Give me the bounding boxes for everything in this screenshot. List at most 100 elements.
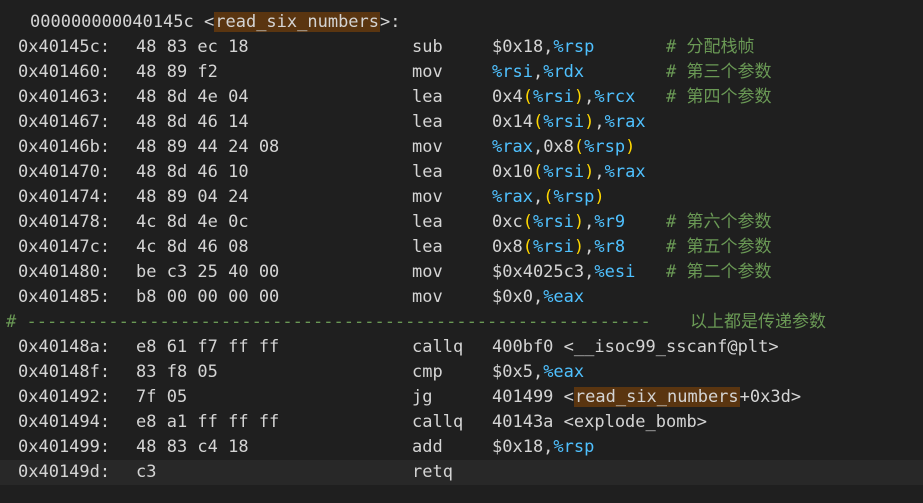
asm-line: 0x40146b: 48 89 44 24 08 mov %rax,0x8(%rsp) [0, 135, 923, 160]
asm-mnemonic: mov [412, 187, 443, 207]
asm-bytes: b8 00 00 00 00 [136, 287, 280, 307]
asm-operands: %rax,(%rsp) [492, 187, 605, 207]
asm-bytes: 48 8d 46 10 [136, 162, 249, 182]
asm-comment: # 分配栈帧 [666, 37, 755, 57]
asm-line: 0x401485: b8 00 00 00 00 mov $0x0,%eax [0, 285, 923, 310]
function-address: 000000000040145c [30, 12, 194, 32]
asm-operands: %rax,0x8(%rsp) [492, 137, 636, 157]
asm-address: 0x401478: [18, 212, 111, 232]
asm-mnemonic: mov [412, 62, 443, 82]
asm-address: 0x401480: [18, 262, 111, 282]
asm-comment: # 第四个参数 [666, 87, 772, 107]
asm-line: 0x401463: 48 8d 4e 04 lea 0x4(%rsi),%rcx # 第… [0, 85, 923, 110]
asm-operands: %rsi,%rdx [492, 62, 585, 82]
asm-bytes: 48 8d 46 14 [136, 112, 249, 132]
function-symbol-highlight[interactable]: read_six_numbers [214, 12, 381, 32]
asm-bytes: 48 89 f2 [136, 62, 218, 82]
asm-mnemonic: mov [412, 287, 443, 307]
asm-comment: # 第二个参数 [666, 262, 772, 282]
asm-address: 0x401485: [18, 287, 111, 307]
asm-operands: 401499 <read_six_numbers+0x3d> [492, 387, 802, 407]
asm-bytes: 83 f8 05 [136, 362, 218, 382]
asm-address: 0x40148f: [18, 362, 111, 382]
asm-address: 0x40145c: [18, 37, 111, 57]
asm-line: 0x40148f: 83 f8 05 cmp $0x5,%eax [0, 360, 923, 385]
asm-operands: 0x10(%rsi),%rax [492, 162, 646, 182]
asm-address: 0x40149d: [18, 462, 111, 482]
asm-line: 0x401478: 4c 8d 4e 0c lea 0xc(%rsi),%r9 # 第六… [0, 210, 923, 235]
asm-bytes: 7f 05 [136, 387, 188, 407]
asm-address: 0x401463: [18, 87, 111, 107]
asm-line: 0x401460: 48 89 f2 mov %rsi,%rdx # 第三个参数 [0, 60, 923, 85]
asm-line: 0x401467: 48 8d 46 14 lea 0x14(%rsi),%rax [0, 110, 923, 135]
asm-operands: 400bf0 <__isoc99_sscanf@plt> [492, 337, 779, 357]
asm-line: 0x401492: 7f 05 jg 401499 <read_six_numbers… [0, 385, 923, 410]
asm-address: 0x40147c: [18, 237, 111, 257]
asm-mnemonic: retq [412, 462, 453, 482]
asm-comment: # 第三个参数 [666, 62, 772, 82]
asm-operands: $0x18,%rsp [492, 437, 595, 457]
asm-bytes: e8 61 f7 ff ff [136, 337, 280, 357]
asm-mnemonic: lea [412, 212, 443, 232]
asm-address: 0x401470: [18, 162, 111, 182]
asm-line: 0x40148a: e8 61 f7 ff ff callq 400bf0 <__is… [0, 335, 923, 360]
asm-mnemonic: lea [412, 237, 443, 257]
asm-operands: $0x0,%eax [492, 287, 585, 307]
asm-bytes: 48 89 44 24 08 [136, 137, 280, 157]
function-bracket-open: < [193, 12, 215, 32]
asm-address: 0x401460: [18, 62, 111, 82]
asm-address: 0x401467: [18, 112, 111, 132]
asm-address: 0x401494: [18, 412, 111, 432]
asm-operands: 0x14(%rsi),%rax [492, 112, 646, 132]
asm-mnemonic: add [412, 437, 443, 457]
function-header-line: 000000000040145c <read_six_numbers>: [0, 10, 923, 35]
asm-address: 0x40146b: [18, 137, 111, 157]
asm-address: 0x40148a: [18, 337, 111, 357]
asm-line: 0x401494: e8 a1 ff ff ff callq 40143a <expl… [0, 410, 923, 435]
asm-address: 0x401492: [18, 387, 111, 407]
asm-line: 0x401499: 48 83 c4 18 add $0x18,%rsp [0, 435, 923, 460]
asm-line: 0x40147c: 4c 8d 46 08 lea 0x8(%rsi),%r8 # 第五… [0, 235, 923, 260]
asm-bytes: 48 8d 4e 04 [136, 87, 249, 107]
asm-bytes: 4c 8d 46 08 [136, 237, 249, 257]
asm-operands: $0x18,%rsp [492, 37, 595, 57]
asm-comment: # 第六个参数 [666, 212, 772, 232]
asm-mnemonic: cmp [412, 362, 443, 382]
asm-mnemonic: mov [412, 137, 443, 157]
asm-bytes: 48 83 ec 18 [136, 37, 249, 57]
asm-mnemonic: lea [412, 162, 443, 182]
asm-bytes: 48 83 c4 18 [136, 437, 249, 457]
asm-address: 0x401499: [18, 437, 111, 457]
asm-operands: 0x8(%rsi),%r8 [492, 237, 626, 257]
asm-operands: 40143a <explode_bomb> [492, 412, 707, 432]
asm-bytes: be c3 25 40 00 [136, 262, 280, 282]
asm-mnemonic: lea [412, 112, 443, 132]
disassembly-editor[interactable]: 000000000040145c <read_six_numbers>: 0x4… [0, 0, 923, 503]
asm-address: 0x401474: [18, 187, 111, 207]
asm-operands: 0x4(%rsi),%rcx [492, 87, 636, 107]
asm-operands: $0x5,%eax [492, 362, 585, 382]
asm-mnemonic: lea [412, 87, 443, 107]
separator-note: 以上都是传递参数 [690, 312, 826, 332]
separator-dashes: # --------------------------------------… [6, 312, 651, 332]
symbol-reference-highlight[interactable]: read_six_numbers [573, 387, 740, 407]
asm-mnemonic: sub [412, 37, 443, 57]
asm-bytes: e8 a1 ff ff ff [136, 412, 280, 432]
asm-line: 0x40149d: c3 retq [0, 460, 923, 485]
asm-line: 0x401474: 48 89 04 24 mov %rax,(%rsp) [0, 185, 923, 210]
asm-mnemonic: callq [412, 337, 464, 357]
asm-mnemonic: mov [412, 262, 443, 282]
asm-line: 0x40145c: 48 83 ec 18 sub $0x18,%rsp # 分配栈帧 [0, 35, 923, 60]
asm-bytes: c3 [136, 462, 157, 482]
asm-bytes: 48 89 04 24 [136, 187, 249, 207]
asm-mnemonic: jg [412, 387, 433, 407]
asm-operands: 0xc(%rsi),%r9 [492, 212, 626, 232]
asm-comment: # 第五个参数 [666, 237, 772, 257]
asm-bytes: 4c 8d 4e 0c [136, 212, 249, 232]
asm-operands: $0x4025c3,%esi [492, 262, 636, 282]
asm-line: 0x401470: 48 8d 46 10 lea 0x10(%rsi),%rax [0, 160, 923, 185]
asm-mnemonic: callq [412, 412, 464, 432]
separator-comment-line: # --------------------------------------… [0, 310, 923, 335]
function-bracket-close: >: [380, 12, 401, 32]
asm-line: 0x401480: be c3 25 40 00 mov $0x4025c3,%esi… [0, 260, 923, 285]
